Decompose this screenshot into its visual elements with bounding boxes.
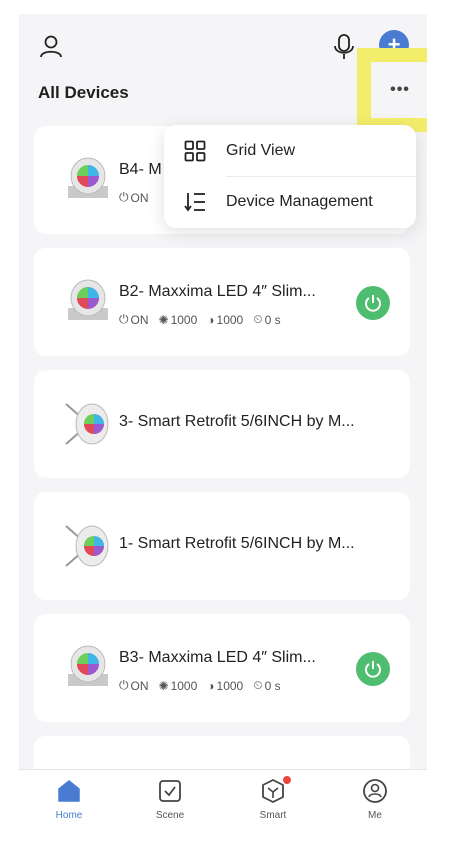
device-name: B2- Maxxima LED 4″ Slim...: [119, 283, 316, 300]
power-status-icon: ⏻: [119, 678, 129, 692]
temperature-icon: ◑: [207, 678, 215, 693]
retrofit-light-icon: [65, 403, 109, 445]
more-button[interactable]: •••: [371, 62, 427, 118]
device-name: 3- Smart Retrofit 5/6INCH by M...: [119, 413, 355, 430]
power-toggle-button[interactable]: [356, 286, 390, 320]
brightness-icon: ✺: [158, 678, 169, 693]
tab-label: Scene: [155, 810, 185, 821]
brightness-icon: ✺: [158, 312, 169, 327]
device-card[interactable]: 3- Smart Retrofit 5/6INCH by M...: [34, 370, 410, 478]
smart-cube-icon: [262, 779, 284, 803]
downlight-icon: [68, 645, 108, 686]
timer-value: 0 s: [264, 678, 281, 693]
bottom-tab-bar: Home Scene Smart Me: [19, 769, 427, 846]
profile-icon: [363, 779, 387, 803]
timer-icon: ⏲: [253, 312, 263, 326]
app-screen: + All Devices B4- M ⏻ ON B2- Maxxima LED…: [19, 14, 427, 846]
page-title: All Devices: [38, 83, 129, 102]
temperature-value: 1000: [216, 678, 244, 693]
microphone-icon[interactable]: [331, 32, 357, 62]
brightness-value: 1000: [170, 312, 198, 327]
power-icon: [365, 661, 381, 678]
temperature-value: 1000: [216, 312, 244, 327]
power-status-icon: ⏻: [119, 190, 129, 204]
brightness-value: 1000: [170, 678, 198, 693]
tab-scene[interactable]: Scene: [140, 778, 200, 834]
device-stats: ⏻ ON: [119, 190, 149, 205]
timer-icon: ⏲: [253, 678, 263, 692]
more-dots-icon: •••: [390, 81, 410, 98]
power-toggle-button[interactable]: [356, 652, 390, 686]
more-button-highlight: •••: [357, 48, 427, 132]
retrofit-light-icon: [65, 525, 109, 567]
menu-item-device-management[interactable]: Device Management: [164, 177, 416, 227]
device-card[interactable]: B3- Maxxima LED 4″ Slim... ⏻ ON ✺ 1000 ◑ 10…: [34, 614, 410, 722]
power-icon: [365, 295, 381, 312]
power-status-icon: ⏻: [119, 312, 129, 326]
scene-checkbox-icon: [159, 780, 181, 802]
device-card[interactable]: 1- Smart Retrofit 5/6INCH by M...: [34, 492, 410, 600]
menu-item-label: Device Management: [226, 193, 373, 210]
tab-label: Smart: [259, 810, 287, 821]
tab-smart[interactable]: Smart: [243, 776, 303, 834]
power-status: ON: [130, 190, 149, 205]
downlight-icon: [68, 279, 108, 320]
device-stats: ⏻ ON ✺ 1000 ◑ 1000 ⏲ 0 s: [119, 678, 281, 693]
device-name: B3- Maxxima LED 4″ Slim...: [119, 649, 316, 666]
tab-me[interactable]: Me: [345, 778, 405, 834]
notification-badge: [283, 776, 291, 784]
user-icon[interactable]: [37, 32, 65, 60]
device-name: 1- Smart Retrofit 5/6INCH by M...: [119, 535, 355, 552]
tab-home[interactable]: Home: [39, 778, 99, 834]
device-card[interactable]: B2- Maxxima LED 4″ Slim... ⏻ ON ✺ 1000 ◑ 10…: [34, 248, 410, 356]
power-status: ON: [130, 312, 149, 327]
grid-icon: [184, 140, 206, 162]
sort-list-icon: [184, 193, 205, 212]
tab-label: Home: [55, 810, 83, 821]
downlight-icon: [68, 157, 108, 198]
power-status: ON: [130, 678, 149, 693]
tab-label: Me: [368, 810, 382, 821]
menu-item-label: Grid View: [226, 142, 296, 159]
device-stats: ⏻ ON ✺ 1000 ◑ 1000 ⏲ 0 s: [119, 312, 281, 327]
menu-item-grid-view[interactable]: Grid View: [164, 126, 416, 176]
home-icon: [58, 780, 80, 802]
temperature-icon: ◑: [207, 312, 215, 327]
timer-value: 0 s: [264, 312, 281, 327]
options-dropdown: Grid View Device Management: [164, 125, 416, 228]
